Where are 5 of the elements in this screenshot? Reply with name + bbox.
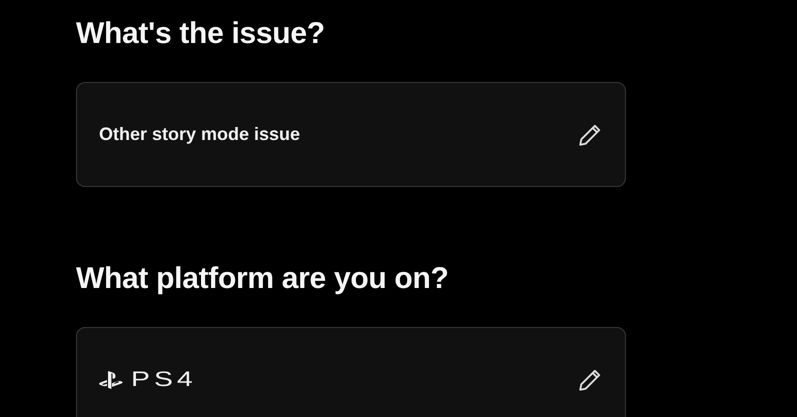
playstation-logo-icon: [99, 370, 123, 390]
question-heading: What's the issue?: [76, 16, 326, 52]
answer-text: Other story mode issue: [99, 123, 300, 146]
platform-name: PS4: [131, 366, 197, 393]
question-heading: What platform are you on?: [76, 261, 450, 297]
